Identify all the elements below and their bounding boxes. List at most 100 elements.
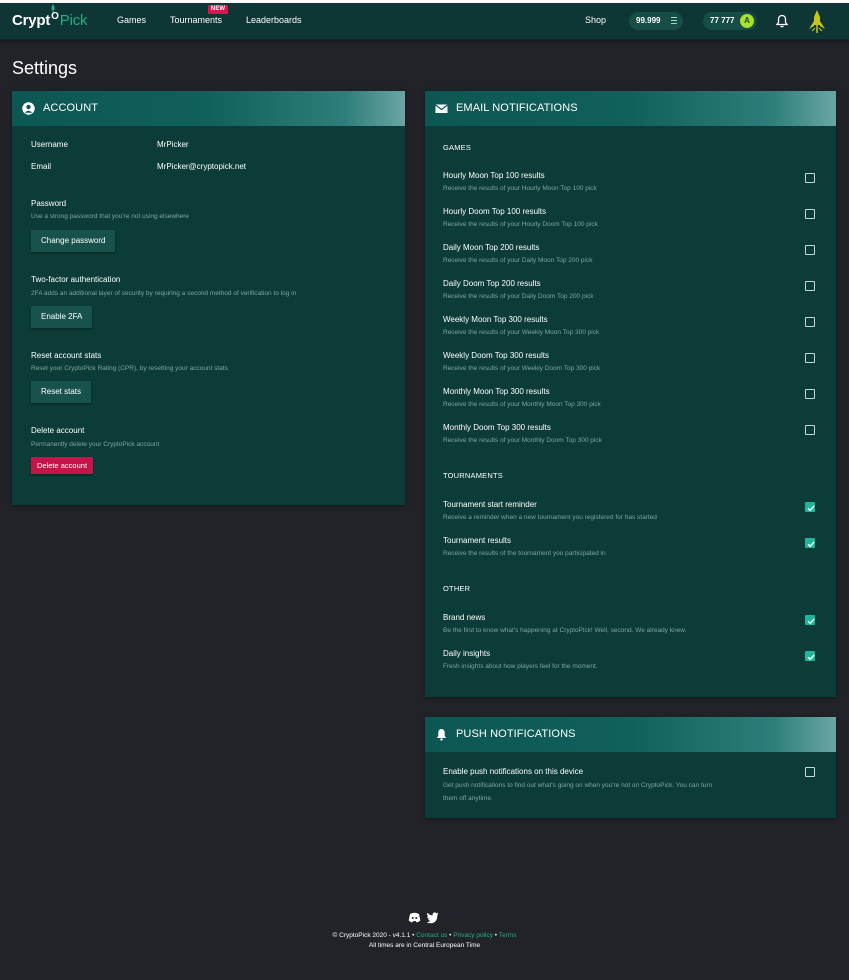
push-row-desc-line1: Get push notifications to find out what'… — [443, 782, 713, 789]
envelope-icon — [435, 104, 448, 113]
balance-pill-primary[interactable]: 99.999 — [629, 12, 683, 30]
game-notification-checkbox-2[interactable] — [805, 245, 815, 255]
delete-account-button[interactable]: Delete account — [31, 457, 94, 474]
game-notification-checkbox-4[interactable] — [805, 317, 815, 327]
balance-value-primary: 99.999 — [636, 16, 661, 25]
coin-icon: A — [740, 14, 754, 28]
tournament-notification-row-title: Tournament results — [443, 536, 512, 545]
top-navbar: CryptOPick Games Tournaments NEW Leaderb… — [0, 3, 849, 40]
bell-icon — [436, 729, 447, 741]
username-value: MrPicker — [157, 140, 189, 149]
game-notification-row-title: Weekly Moon Top 300 results — [443, 315, 548, 324]
game-notification-row-title: Weekly Doom Top 300 results — [443, 351, 549, 360]
game-notification-row-title: Hourly Doom Top 100 results — [443, 207, 547, 216]
email-label: Email — [31, 162, 52, 171]
game-notification-row-desc: Receive the results of your Monthly Doom… — [443, 437, 602, 444]
other-notification-row-desc: Be the first to know what's happening at… — [443, 627, 687, 634]
new-badge: NEW — [208, 5, 228, 14]
discord-icon[interactable] — [408, 911, 421, 924]
reset-stats-desc: Reset your CryptoPick Rating (CPR), by r… — [31, 365, 228, 372]
push-notifications-checkbox[interactable] — [805, 767, 815, 777]
enable-2fa-button[interactable]: Enable 2FA — [31, 306, 93, 328]
push-row-desc-line2: them off anytime. — [443, 795, 493, 802]
reset-stats-title: Reset account stats — [31, 351, 102, 360]
page-title: Settings — [12, 58, 78, 78]
tournament-notification-checkbox-0[interactable] — [805, 502, 815, 512]
footer-contact-link[interactable]: Contact us — [416, 932, 447, 939]
games-section-heading: GAMES — [443, 143, 472, 152]
footer-links: © CryptoPick 2020 - v4.1.1 • Contact us … — [0, 932, 849, 939]
tournaments-section-heading: TOURNAMENTS — [443, 471, 503, 480]
game-notification-checkbox-6[interactable] — [805, 389, 815, 399]
game-notification-row-desc: Receive the results of your Monthly Moon… — [443, 401, 601, 408]
other-notification-checkbox-0[interactable] — [805, 615, 815, 625]
email-value: MrPicker@cryptopick.net — [157, 162, 247, 171]
password-title: Password — [31, 199, 67, 208]
game-notification-row-desc: Receive the results of your Hourly Moon … — [443, 185, 597, 192]
other-notification-row-title: Daily insights — [443, 649, 491, 658]
footer-copyright: © CryptoPick 2020 - v4.1.1 — [332, 932, 411, 939]
check-icon — [807, 618, 815, 625]
menu-lines-icon — [671, 17, 677, 24]
user-circle-icon — [22, 102, 35, 115]
logo-text-pick: Pick — [59, 12, 88, 29]
nav-link-games[interactable]: Games — [117, 15, 146, 25]
footer-privacy-link[interactable]: Privacy policy — [453, 932, 493, 939]
email-panel-header: EMAIL NOTIFICATIONS — [425, 91, 836, 126]
twitter-icon[interactable] — [426, 911, 439, 924]
game-notification-row-title: Monthly Moon Top 300 results — [443, 387, 550, 396]
tournament-notification-checkbox-1[interactable] — [805, 538, 815, 548]
game-notification-row-title: Hourly Moon Top 100 results — [443, 171, 545, 180]
nav-link-tournaments[interactable]: Tournaments — [170, 15, 222, 25]
game-notification-row-desc: Receive the results of your Daily Doom T… — [443, 293, 594, 300]
tournament-notification-row-title: Tournament start reminder — [443, 500, 537, 509]
other-notification-row-title: Brand news — [443, 613, 486, 622]
tournament-notification-row-desc: Receive a reminder when a new tournament… — [443, 514, 657, 521]
password-desc: Use a strong password that you're not us… — [31, 213, 190, 220]
game-notification-checkbox-3[interactable] — [805, 281, 815, 291]
game-notification-checkbox-5[interactable] — [805, 353, 815, 363]
tournament-notification-row-desc: Receive the results of the tournament yo… — [443, 550, 606, 557]
game-notification-checkbox-0[interactable] — [805, 173, 815, 183]
delete-account-title: Delete account — [31, 426, 85, 435]
footer-sep: • — [494, 932, 498, 939]
game-notification-row-desc: Receive the results of your Weekly Doom … — [443, 365, 601, 372]
rocket-avatar-icon[interactable] — [806, 9, 828, 35]
push-panel-title: PUSH NOTIFICATIONS — [456, 728, 576, 740]
logo-text-o: O — [51, 11, 59, 22]
change-password-button[interactable]: Change password — [31, 230, 116, 252]
twofa-title: Two-factor authentication — [31, 275, 121, 284]
check-icon — [807, 505, 815, 512]
balance-value-coins: 77 777 — [710, 16, 735, 25]
push-row-title: Enable push notifications on this device — [443, 767, 584, 776]
footer-sep: • — [412, 932, 415, 939]
other-section-heading: OTHER — [443, 584, 471, 593]
footer-terms-link[interactable]: Terms — [499, 932, 517, 939]
nav-link-shop[interactable]: Shop — [585, 15, 606, 25]
game-notification-row-desc: Receive the results of your Hourly Doom … — [443, 221, 598, 228]
logo-text-crypt: Crypt — [12, 12, 51, 29]
game-notification-checkbox-7[interactable] — [805, 425, 815, 435]
check-icon — [807, 654, 815, 661]
game-notification-checkbox-1[interactable] — [805, 209, 815, 219]
email-notifications-panel: EMAIL NOTIFICATIONS GAMES Hourly Moon To… — [425, 91, 836, 697]
delete-account-desc: Permanently delete your CryptoPick accou… — [31, 441, 160, 448]
reset-stats-button[interactable]: Reset stats — [31, 381, 92, 403]
game-notification-row-title: Monthly Doom Top 300 results — [443, 423, 551, 432]
cryptopick-logo[interactable]: CryptOPick — [12, 4, 88, 32]
other-notification-checkbox-1[interactable] — [805, 651, 815, 661]
twofa-desc: 2FA adds an additional layer of security… — [31, 290, 297, 297]
nav-link-leaderboards[interactable]: Leaderboards — [246, 15, 302, 25]
account-panel-header: ACCOUNT — [12, 91, 405, 126]
game-notification-row-desc: Receive the results of your Weekly Moon … — [443, 329, 600, 336]
push-notifications-panel: PUSH NOTIFICATIONS Enable push notificat… — [425, 717, 836, 818]
game-notification-row-title: Daily Moon Top 200 results — [443, 243, 540, 252]
account-panel-title: ACCOUNT — [43, 102, 99, 114]
game-notification-row-desc: Receive the results of your Daily Moon T… — [443, 257, 593, 264]
check-icon — [807, 541, 815, 548]
push-panel-header: PUSH NOTIFICATIONS — [425, 717, 836, 752]
balance-pill-coins[interactable]: 77 777 A — [703, 12, 757, 30]
bell-icon[interactable] — [775, 14, 789, 28]
footer-sep: • — [449, 932, 452, 939]
email-panel-title: EMAIL NOTIFICATIONS — [456, 102, 578, 114]
